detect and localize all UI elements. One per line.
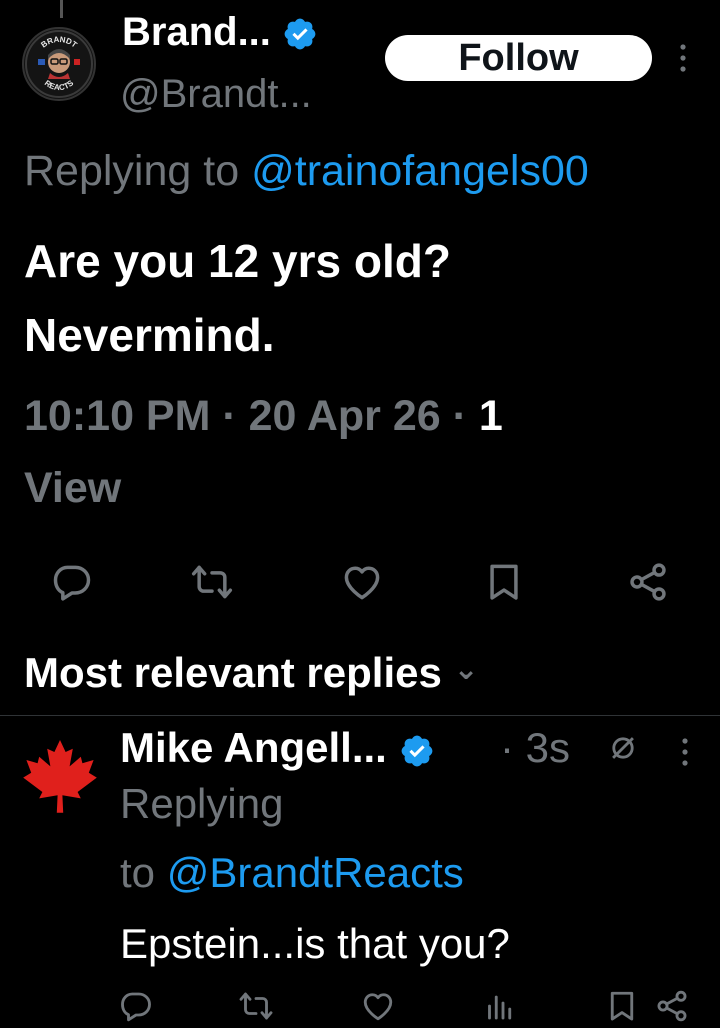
reply-icon[interactable] xyxy=(50,560,94,604)
replies-sort-label: Most relevant replies xyxy=(24,649,442,696)
reply-text: Epstein...is that you? xyxy=(120,920,510,967)
reply-actions xyxy=(0,988,720,1028)
maple-leaf-avatar[interactable] xyxy=(20,736,100,816)
replying-to: Replying to @trainofangels00 xyxy=(24,142,589,200)
reply-author-name[interactable]: Mike Angell... xyxy=(120,720,435,776)
views-count: 1 xyxy=(478,392,503,440)
share-icon[interactable] xyxy=(654,988,690,1024)
tweet-metadata: 10:10 PM · 20 Apr 26 · 1 View xyxy=(24,380,664,524)
reply-replying-handle[interactable]: @BrandtReacts xyxy=(167,849,464,896)
verified-badge-icon xyxy=(401,735,432,767)
more-options-icon[interactable] xyxy=(676,734,694,770)
follow-button[interactable]: Follow xyxy=(385,35,652,81)
author-name[interactable]: Brand... xyxy=(122,6,318,58)
replies-sort-dropdown[interactable]: Most relevant replies ⌄ xyxy=(24,640,479,703)
muted-icon xyxy=(612,737,634,759)
like-icon[interactable] xyxy=(360,988,396,1024)
reply-author-name-text: Mike Angell... xyxy=(120,724,387,771)
reply-replying-to-label: to xyxy=(120,849,156,896)
tweet-actions xyxy=(0,560,720,604)
views-label: View xyxy=(24,464,122,512)
reply-replying-label: Replying xyxy=(120,780,284,827)
tweet-timestamp[interactable]: 10:10 PM · 20 Apr 26 · xyxy=(24,392,479,440)
tweet-text: Are you 12 yrs old? Nevermind. xyxy=(24,224,704,372)
reply-icon[interactable] xyxy=(118,988,154,1024)
more-options-icon[interactable] xyxy=(674,40,692,76)
retweet-icon[interactable] xyxy=(190,560,234,604)
chevron-down-icon: ⌄ xyxy=(453,653,479,686)
avatar-image: BRANDT REACTS xyxy=(25,30,93,98)
thread-line xyxy=(60,0,63,18)
tweet-text-line: Nevermind. xyxy=(24,309,275,361)
tweet-text-line: Are you 12 yrs old? xyxy=(24,235,451,287)
reply-replying-to: to @BrandtReacts xyxy=(120,845,464,901)
replying-to-label: Replying to xyxy=(24,147,240,195)
views-icon[interactable] xyxy=(482,988,518,1024)
replying-to-handle[interactable]: @trainofangels00 xyxy=(251,147,589,195)
verified-badge-icon xyxy=(284,19,316,50)
author-avatar[interactable]: BRANDT REACTS xyxy=(22,27,96,101)
like-icon[interactable] xyxy=(340,560,384,604)
author-handle[interactable]: @Brandt... xyxy=(120,68,312,120)
bookmark-icon[interactable] xyxy=(482,560,526,604)
author-name-text: Brand... xyxy=(122,10,271,54)
divider xyxy=(0,715,720,716)
reply-timestamp[interactable]: · 3s xyxy=(500,720,570,776)
share-icon[interactable] xyxy=(626,560,670,604)
retweet-icon[interactable] xyxy=(238,988,274,1024)
bookmark-icon[interactable] xyxy=(604,988,640,1024)
